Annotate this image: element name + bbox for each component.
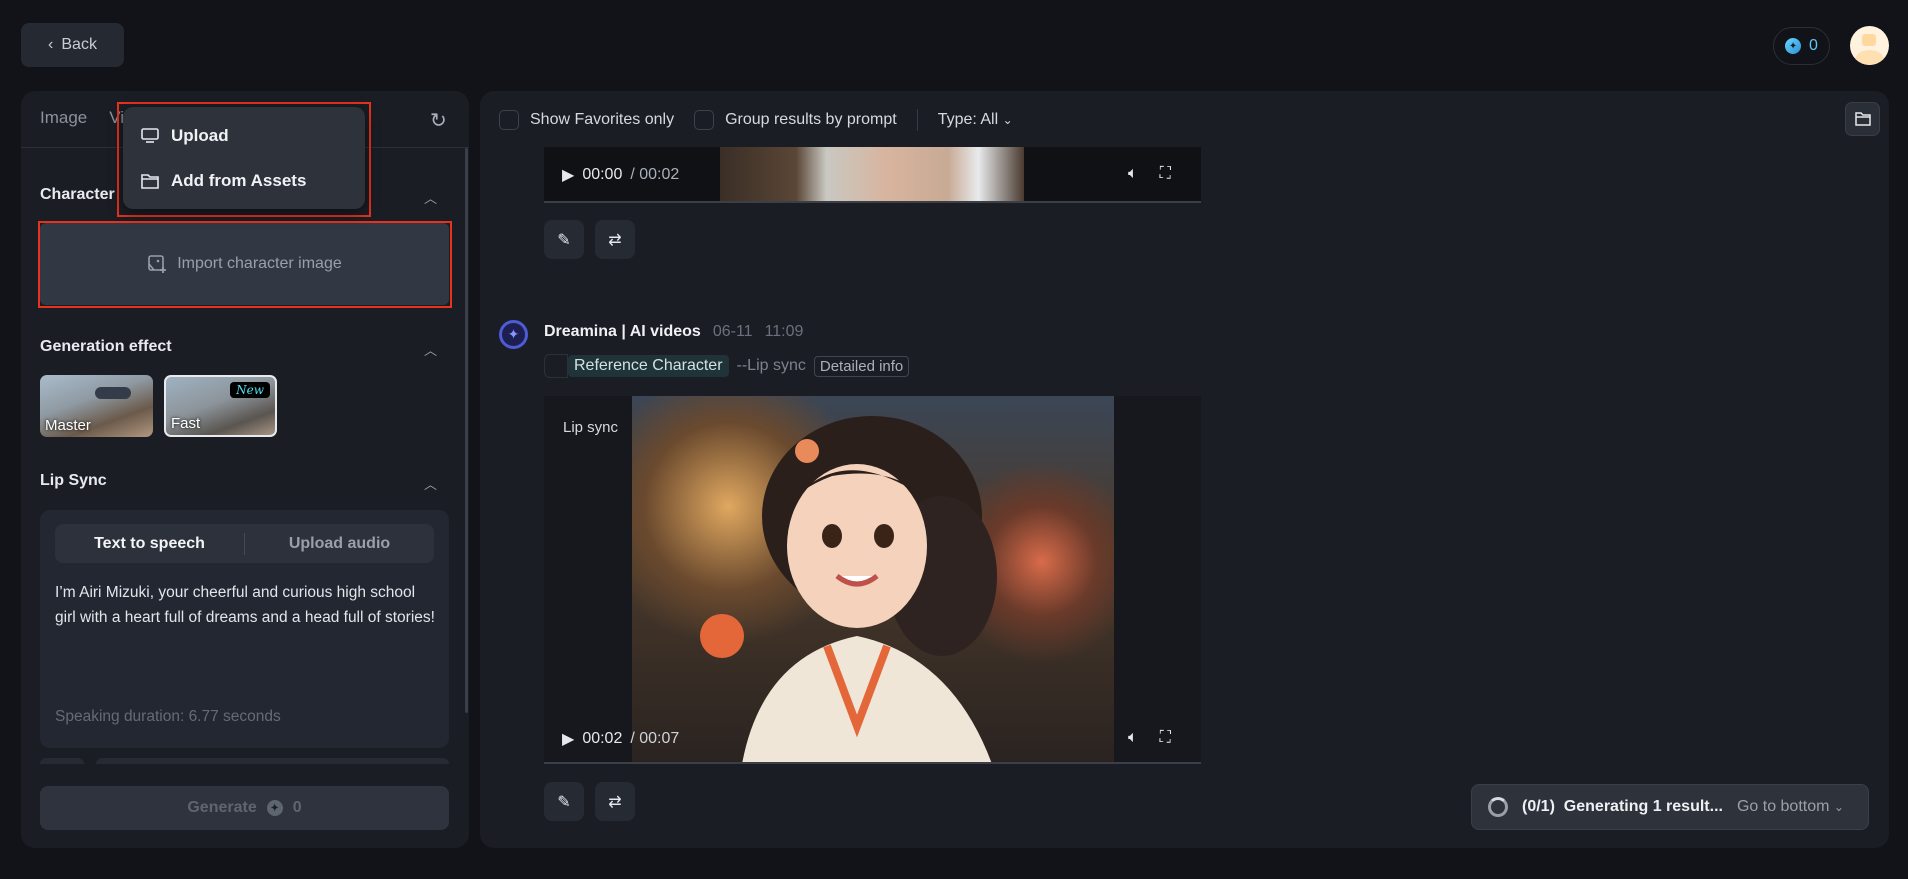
repeat-icon: ⇄ <box>608 231 622 249</box>
menu-item-add-from-assets[interactable]: Add from Assets <box>141 171 306 191</box>
dreamina-logo-icon: ✦ <box>499 320 528 349</box>
collapse-lipsync-icon[interactable]: ︿ <box>424 474 437 493</box>
video-1-time: ▶ 00:00 / 00:02 <box>562 165 680 185</box>
edit-button[interactable]: ✎ <box>544 220 584 259</box>
lip-sync-box: Text to speech Upload audio I’m Airi Miz… <box>40 510 449 748</box>
video-player-2[interactable]: Lip sync ▶ 00:02 / 00:07 🔈︎ ⛶ <box>544 396 1201 764</box>
video-overlay-label: Lip sync <box>563 419 619 436</box>
upload-dropdown-menu: Upload Add from Assets <box>117 102 371 217</box>
tab-image[interactable]: Image <box>40 108 87 128</box>
results-toolbar: Show Favorites only Group results by pro… <box>499 109 1013 131</box>
effect-option-master[interactable]: Master <box>40 375 153 437</box>
favorites-label[interactable]: Show Favorites only <box>530 111 674 129</box>
fullscreen-icon[interactable]: ⛶ <box>1160 165 1171 183</box>
play-icon[interactable]: ▶ <box>562 165 574 185</box>
speech-text-input[interactable]: I’m Airi Mizuki, your cheerful and curio… <box>55 580 435 630</box>
video-player-1[interactable]: ▶ 00:00 / 00:02 🔈︎ ⛶ <box>544 147 1201 203</box>
favorites-checkbox[interactable] <box>499 110 519 130</box>
video-2-time: ▶ 00:02 / 00:07 <box>562 729 680 749</box>
character-image <box>700 416 997 762</box>
collapse-effect-icon[interactable]: ︿ <box>424 340 437 359</box>
type-filter-dropdown[interactable]: Type: All ⌄ <box>938 111 1013 129</box>
new-badge: New <box>230 382 270 398</box>
reference-thumbnail[interactable] <box>544 354 568 378</box>
folder-icon <box>141 174 159 189</box>
speaking-duration: Speaking duration: 6.77 seconds <box>55 708 281 725</box>
repeat-icon: ⇄ <box>608 793 622 811</box>
collapse-character-icon[interactable]: ︿ <box>424 188 437 207</box>
chevron-down-icon: ⌄ <box>1833 800 1844 814</box>
lip-sync-title: Lip Sync <box>40 472 107 489</box>
character-title: Character <box>40 186 115 203</box>
credit-coin-icon: ✦ <box>266 800 283 816</box>
group-checkbox[interactable] <box>694 110 715 130</box>
import-character-button[interactable]: Import character image <box>40 223 449 305</box>
regenerate-button[interactable]: ⇄ <box>595 782 635 821</box>
pencil-icon: ✎ <box>557 793 571 811</box>
reference-character-tag[interactable]: Reference Character <box>568 355 729 377</box>
play-icon[interactable]: ▶ <box>562 729 574 749</box>
volume-icon[interactable]: 🔈︎ <box>1128 165 1138 183</box>
group-label[interactable]: Group results by prompt <box>725 111 897 129</box>
back-button[interactable]: ‹ Back <box>21 23 124 67</box>
pencil-icon: ✎ <box>557 231 571 249</box>
left-scrollbar[interactable] <box>465 148 468 713</box>
folder-icon <box>1854 112 1871 126</box>
go-to-bottom-button[interactable]: Go to bottom ⌄ <box>1737 798 1844 816</box>
user-avatar[interactable] <box>1850 26 1889 65</box>
loading-spinner-icon <box>1488 797 1508 817</box>
generating-status-toast: (0/1) Generating 1 result... Go to botto… <box>1471 784 1869 830</box>
assets-folder-button[interactable] <box>1845 102 1880 136</box>
tab-text-to-speech[interactable]: Text to speech <box>55 535 244 553</box>
entry-tags: Reference Character --Lip sync Detailed … <box>544 354 910 378</box>
detailed-info-button[interactable]: Detailed info <box>813 355 910 377</box>
chevron-left-icon: ‹ <box>48 36 54 53</box>
fullscreen-icon[interactable]: ⛶ <box>1160 729 1171 747</box>
entry-header: Dreamina | AI videos 06-11 11:09 <box>544 323 804 340</box>
generation-effect-title: Generation effect <box>40 338 172 355</box>
generate-button[interactable]: Generate ✦ 0 <box>40 786 449 830</box>
tab-upload-audio[interactable]: Upload audio <box>245 535 434 553</box>
lip-sync-mode-tabs: Text to speech Upload audio <box>55 524 434 563</box>
chevron-down-icon: ⌄ <box>1002 113 1013 127</box>
monitor-icon <box>141 128 159 143</box>
credits-badge[interactable]: ✦ 0 <box>1773 27 1830 65</box>
menu-item-upload[interactable]: Upload <box>141 126 229 146</box>
edit-button[interactable]: ✎ <box>544 782 584 821</box>
volume-icon[interactable]: 🔈︎ <box>1128 729 1138 747</box>
image-add-icon <box>148 255 167 273</box>
effect-option-fast[interactable]: New Fast <box>164 375 277 437</box>
generated-video-frame <box>632 396 1114 762</box>
credit-coin-icon: ✦ <box>1785 38 1802 54</box>
regenerate-button[interactable]: ⇄ <box>595 220 635 259</box>
reset-icon[interactable]: ↻ <box>430 108 447 133</box>
